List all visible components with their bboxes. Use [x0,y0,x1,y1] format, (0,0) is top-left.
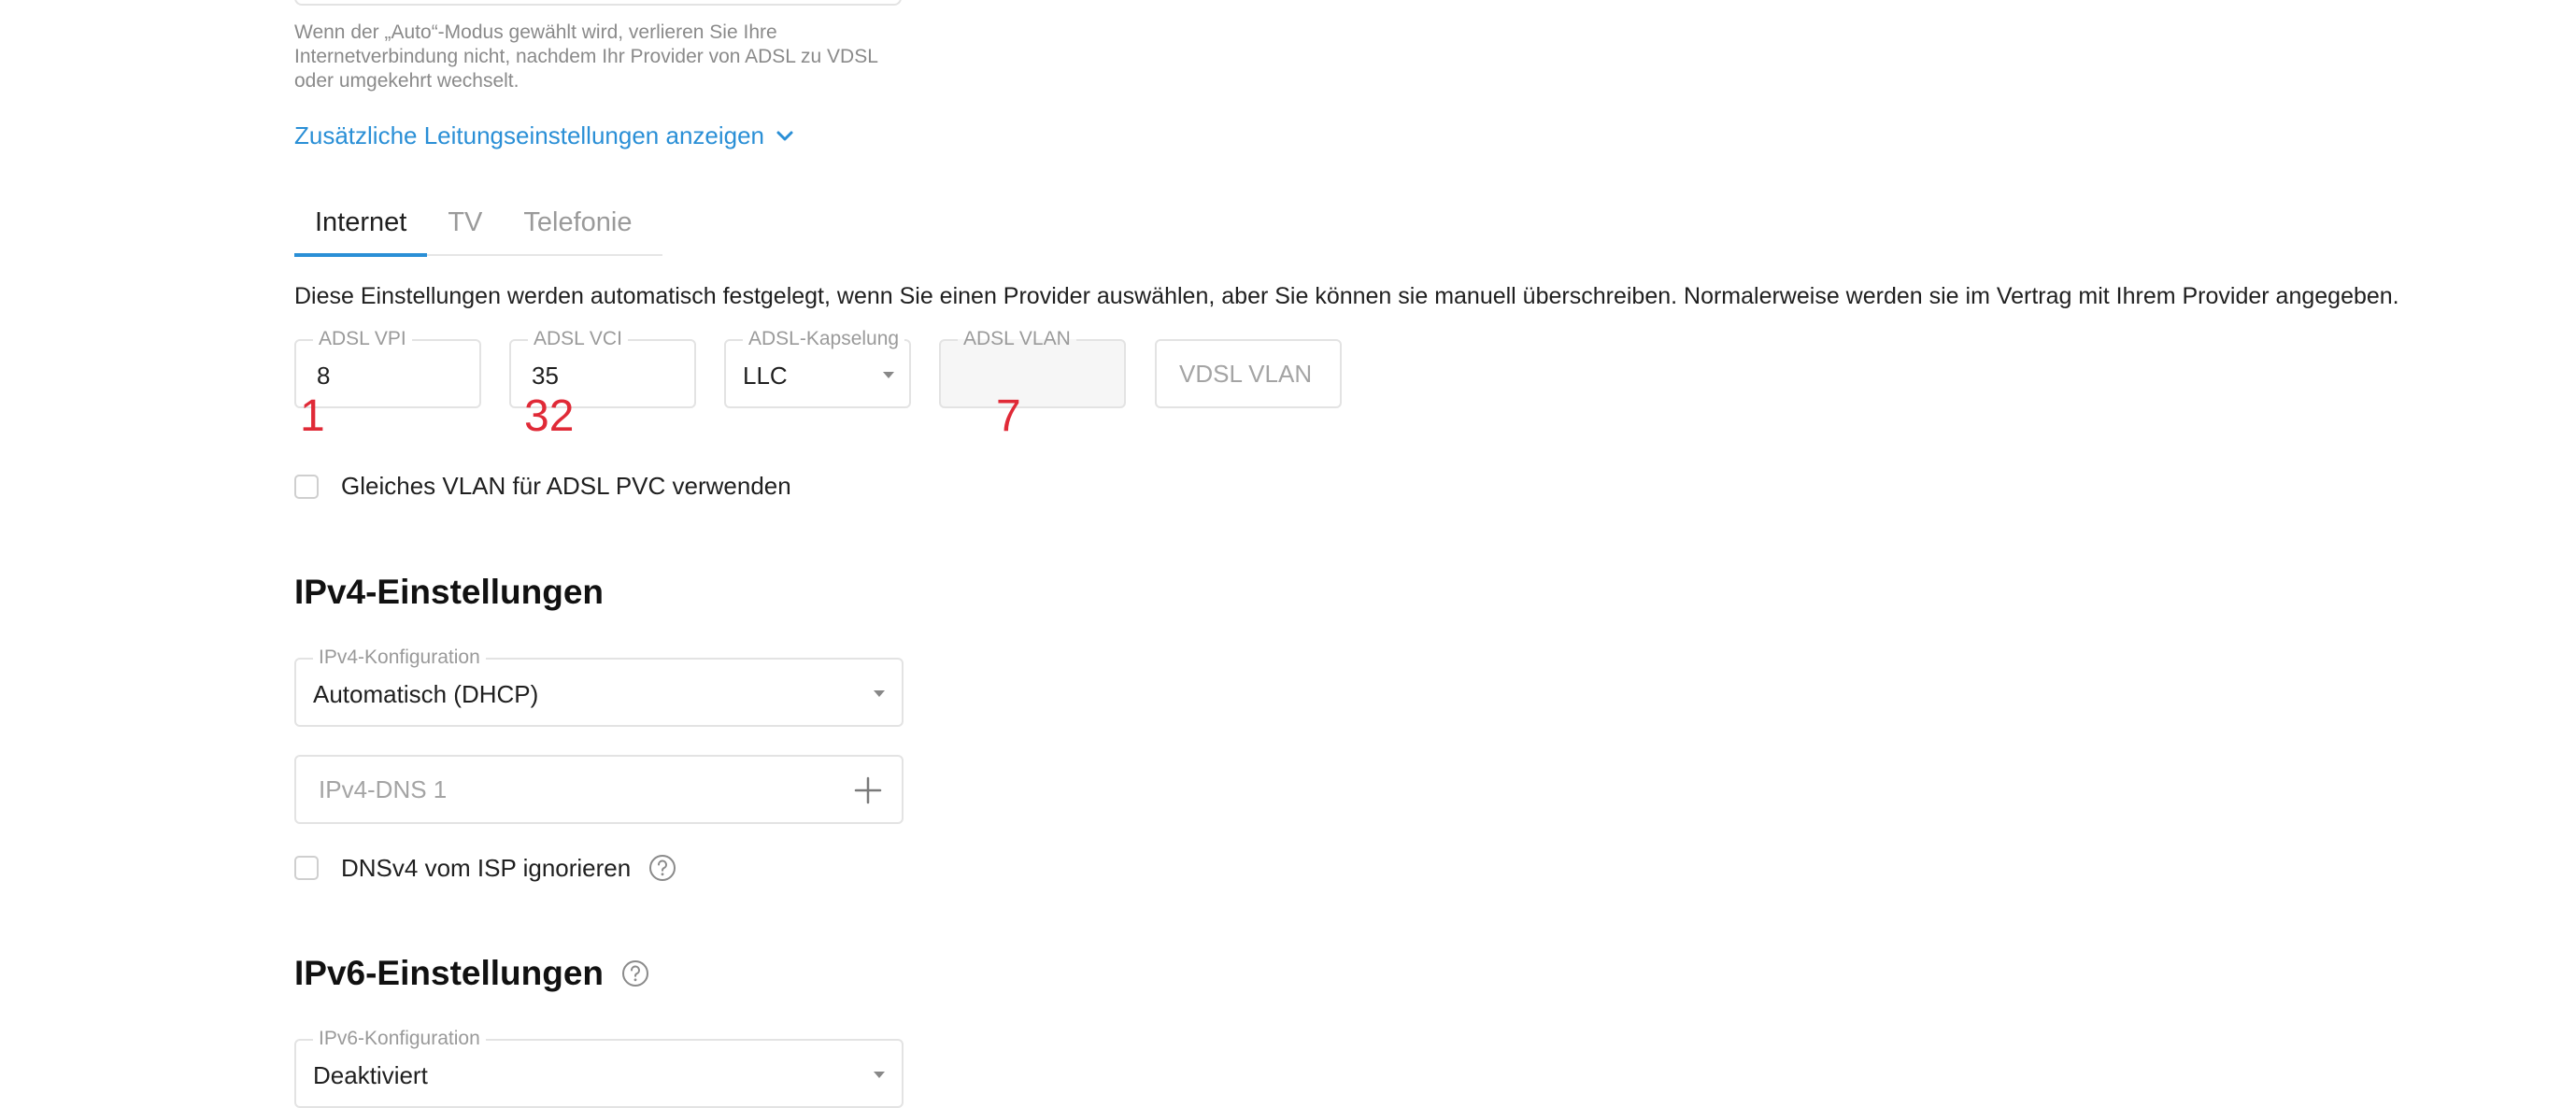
adsl-encapsulation-select[interactable]: ADSL-Kapselung LLC [724,328,911,408]
tab-telefonie[interactable]: Telefonie [503,198,652,254]
help-circle-icon[interactable] [620,959,650,988]
settings-description: Diese Einstellungen werden automatisch f… [294,283,2399,309]
same-vlan-option: Gleiches VLAN für ADSL PVC verwenden [294,472,791,501]
ipv4-config-label: IPv4-Konfiguration [313,646,486,669]
chevron-down-icon [776,130,794,143]
ipv4-config-value: Automatisch (DHCP) [313,680,539,708]
line-mode-hint: Wenn der „Auto“-Modus gewählt wird, verl… [294,21,878,92]
ipv6-config-value: Deaktiviert [313,1061,428,1089]
ipv4-section-title: IPv4-Einstellungen [294,573,604,612]
adsl-vci-value: 35 [532,362,559,390]
ipv6-title-text: IPv6-Einstellungen [294,954,605,992]
help-circle-icon[interactable] [648,853,677,883]
adsl-vlan-label: ADSL VLAN [958,328,1076,350]
ipv4-dns-field[interactable]: IPv4-DNS 1 [294,755,904,824]
tab-internet[interactable]: Internet [294,198,428,257]
dropdown-caret-icon [874,690,885,697]
adsl-vlan-field: ADSL VLAN [939,328,1126,408]
ipv6-config-select[interactable]: IPv6-Konfiguration Deaktiviert [294,1028,904,1108]
vdsl-vlan-field[interactable]: VDSL VLAN [1155,339,1342,408]
tab-tv[interactable]: TV [427,198,503,254]
ignore-dns-option: DNSv4 vom ISP ignorieren [294,853,677,883]
annotation-label: 1 [300,391,325,441]
ipv4-title-text: IPv4-Einstellungen [294,573,605,611]
add-dns-plus-icon[interactable] [853,775,883,805]
adsl-encapsulation-label: ADSL-Kapselung [743,328,905,350]
ipv6-section-title: IPv6-Einstellungen [294,954,650,993]
additional-line-settings-link[interactable]: Zusätzliche Leitungseinstellungen anzeig… [294,121,794,150]
settings-page: Wenn der „Auto“-Modus gewählt wird, verl… [0,0,2576,1108]
annotation-label: 7 [996,391,1021,441]
vdsl-vlan-placeholder: VDSL VLAN [1179,360,1313,388]
dropdown-caret-icon [874,1072,885,1078]
adsl-vpi-label: ADSL VPI [313,328,412,350]
same-vlan-label: Gleiches VLAN für ADSL PVC verwenden [341,472,791,500]
dropdown-caret-icon [883,372,894,378]
same-vlan-checkbox[interactable] [294,474,319,499]
ignore-dns-checkbox[interactable] [294,856,319,880]
annotation-label: 32 [524,391,575,441]
adsl-encapsulation-value: LLC [743,362,788,390]
adsl-vpi-value: 8 [317,362,331,390]
ipv6-config-label: IPv6-Konfiguration [313,1028,486,1050]
ipv4-config-select[interactable]: IPv4-Konfiguration Automatisch (DHCP) [294,646,904,727]
service-tabs: Internet TV Telefonie [294,198,662,257]
ipv4-dns-placeholder: IPv4-DNS 1 [319,775,448,803]
adsl-vci-label: ADSL VCI [528,328,628,350]
line-mode-field-bottom-edge[interactable] [294,0,902,6]
additional-line-settings-label: Zusätzliche Leitungseinstellungen anzeig… [294,121,765,149]
ignore-dns-label: DNSv4 vom ISP ignorieren [341,853,632,882]
